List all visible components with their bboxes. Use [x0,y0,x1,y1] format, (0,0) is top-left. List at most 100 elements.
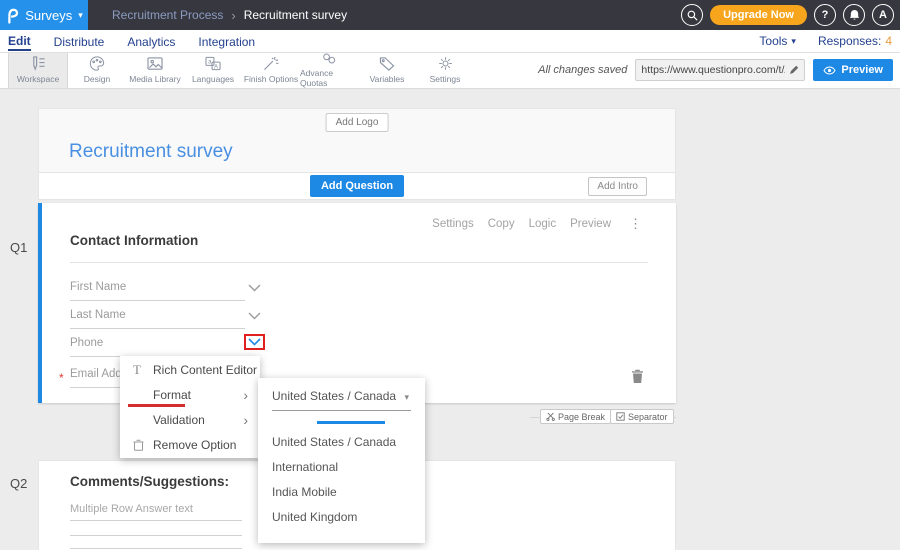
survey-url-field[interactable]: https://www.questionpro.com/t/APNrFZ [635,59,805,81]
phone-options-chevron-icon[interactable] [248,338,261,346]
bell-icon [849,9,860,21]
menu-item-label: Validation [153,413,205,427]
tab-distribute[interactable]: Distribute [54,33,105,50]
format-option-international[interactable]: International [272,455,396,480]
format-option-us-canada[interactable]: United States / Canada [272,430,396,455]
menu-item-validation[interactable]: Validation › [120,407,260,432]
responses-count: 4 [885,34,892,48]
required-asterisk: * [59,371,64,385]
gear-icon [437,56,454,71]
questionpro-survey-editor: Surveys ▾ Recruitment Process › Recruitm… [0,0,900,550]
more-options-icon[interactable]: ⋮ [629,216,642,232]
add-logo-button[interactable]: Add Logo [326,113,389,132]
toolbar-item-label: Languages [192,74,234,84]
toolbar-item-label: Variables [370,74,405,84]
toolbar-item-media-library[interactable]: Media Library [126,52,184,88]
separator-button[interactable]: Separator [610,409,674,424]
breadcrumb-parent[interactable]: Recruitment Process [112,8,223,22]
format-option-united-kingdom[interactable]: United Kingdom [272,505,396,530]
add-intro-button[interactable]: Add Intro [588,177,647,196]
toolbar-item-label: Finish Options [244,74,298,84]
edit-url-pencil-icon[interactable] [789,65,799,75]
translate-icon: a A [204,56,222,71]
toolbar-item-label: Advance Quotas [300,68,358,88]
image-icon [146,56,164,71]
row-option-context-menu: T Rich Content Editor Format › Validatio… [120,356,260,458]
toolbar-item-languages[interactable]: a A Languages [184,52,242,88]
format-submenu-panel: United States / Canada ▾ United States /… [258,378,425,543]
survey-title-section: Add Logo Recruitment survey [38,108,676,172]
add-question-button[interactable]: Add Question [310,175,404,197]
workspace-icon [29,56,47,71]
tools-menu[interactable]: Tools ▾ [759,34,796,48]
format-select[interactable]: United States / Canada ▾ [272,389,411,411]
question-title[interactable]: Comments/Suggestions: [70,474,229,489]
caret-down-icon: ▾ [791,36,796,47]
field-phone[interactable]: Phone [70,337,245,357]
selected-option-indicator [317,421,385,424]
tab-analytics[interactable]: Analytics [127,33,175,50]
field-last-name[interactable]: Last Name [70,309,245,329]
toolbar-item-finish-options[interactable]: Finish Options [242,52,300,88]
toolbar-item-settings[interactable]: Settings [416,52,474,88]
survey-header-card: Add Logo Recruitment survey Add Question… [38,108,676,200]
survey-title[interactable]: Recruitment survey [69,141,233,163]
question-actions: Settings Copy Logic Preview ⋮ [432,216,642,232]
breadcrumb-separator-icon: › [231,8,235,23]
account-avatar[interactable]: A [872,4,894,26]
toolbar-item-design[interactable]: Design [68,52,126,88]
magic-wand-icon [262,56,280,71]
help-icon: ? [822,9,829,21]
menu-item-format[interactable]: Format › [120,382,260,407]
format-option-india-mobile[interactable]: India Mobile [272,480,396,505]
toolbar-item-advance-quotas[interactable]: Advance Quotas [300,52,358,88]
editor-toolbar: Workspace Design Media Library a A Langu… [0,52,900,89]
preview-label: Preview [841,64,883,76]
field-options-chevron-icon[interactable] [248,312,261,320]
question-copy-button[interactable]: Copy [488,218,515,230]
toolbar-item-workspace[interactable]: Workspace [8,52,68,88]
questionpro-logo-icon [5,7,19,24]
eye-icon [823,66,836,75]
toolbar-item-label: Media Library [129,74,181,84]
toolbar-item-variables[interactable]: Variables [358,52,416,88]
tab-integration[interactable]: Integration [198,33,255,50]
trash-icon [631,369,644,384]
page-break-button[interactable]: Page Break [540,409,611,424]
checkbox-icon [616,412,625,421]
surveys-product-menu[interactable]: Surveys ▾ [0,0,88,30]
toolbar-item-label: Workspace [17,74,59,84]
svg-text:a: a [208,59,212,66]
field-options-chevron-icon[interactable] [248,284,261,292]
answer-line [70,548,242,549]
main-nav: Edit Distribute Analytics Integration To… [0,30,900,53]
scissors-icon [546,412,555,421]
survey-header-actions: Add Question Add Intro [38,172,676,200]
tab-edit[interactable]: Edit [8,32,31,51]
help-button[interactable]: ? [814,4,836,26]
upgrade-now-button[interactable]: Upgrade Now [710,5,807,25]
separator-label: Separator [628,412,668,422]
preview-button[interactable]: Preview [813,59,893,81]
multi-row-answer-placeholder[interactable]: Multiple Row Answer text [70,503,242,521]
menu-item-rich-content-editor[interactable]: T Rich Content Editor [120,357,260,382]
answer-line [70,535,242,536]
question-title[interactable]: Contact Information [70,233,198,248]
menu-item-remove-option[interactable]: Remove Option [120,432,260,457]
responses-link[interactable]: Responses: 4 [818,34,892,48]
notifications-button[interactable] [843,4,865,26]
search-button[interactable] [681,4,703,26]
survey-url-value: https://www.questionpro.com/t/APNrFZ [641,64,785,76]
question-preview-button[interactable]: Preview [570,218,611,230]
question-logic-button[interactable]: Logic [529,218,557,230]
question-number-q2: Q2 [10,476,27,491]
text-editor-icon: T [133,363,153,376]
question-settings-button[interactable]: Settings [432,218,474,230]
save-status: All changes saved [538,64,627,76]
delete-question-button[interactable] [631,369,644,384]
breadcrumb: Recruitment Process › Recruitment survey [112,8,347,23]
field-first-name[interactable]: First Name [70,281,245,301]
toolbar-item-label: Design [84,74,110,84]
quota-links-icon [320,52,338,65]
breadcrumb-current: Recruitment survey [244,8,347,22]
